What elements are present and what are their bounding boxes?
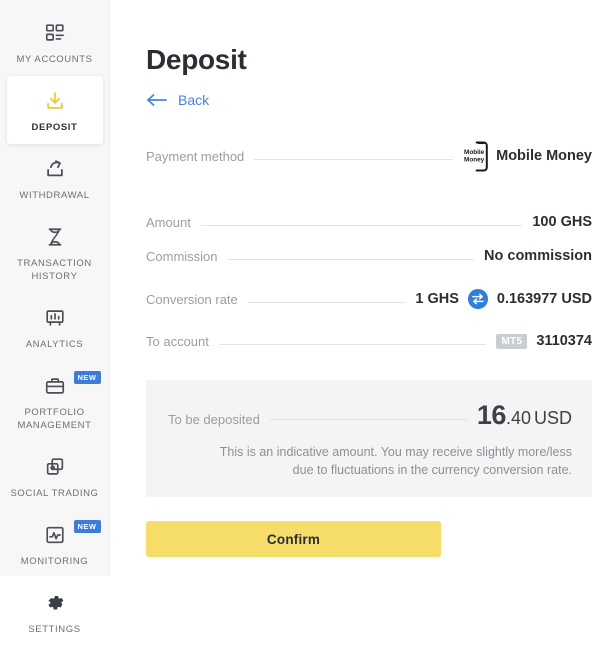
to-account-label: To account (146, 333, 209, 349)
new-badge: NEW (73, 371, 101, 384)
commission-label: Commission (146, 248, 218, 264)
arrow-left-icon (146, 93, 168, 107)
sidebar-item-withdrawal[interactable]: WITHDRAWAL (7, 144, 103, 212)
sidebar-item-monitoring[interactable]: NEW MONITORING (7, 510, 103, 578)
row-divider (247, 301, 406, 303)
row-conversion-rate: Conversion rate 1 GHS 0.163977 USD (146, 286, 592, 312)
summary-amount-integer: 16 (476, 400, 507, 430)
sidebar-item-label: SETTINGS (28, 624, 81, 635)
app-root: MY ACCOUNTS DEPOSIT WITHDRAWAL TRANSACTI… (0, 0, 610, 635)
sidebar-item-label: ANALYTICS (25, 339, 84, 350)
svg-text:Money: Money (464, 156, 485, 163)
deposit-details: Payment method Mobile Money Mobile Money (146, 136, 592, 354)
summary-note: This is an indicative amount. You may re… (219, 445, 572, 477)
sidebar-item-social-trading[interactable]: SOCIAL TRADING (7, 442, 103, 510)
hourglass-icon (9, 224, 101, 250)
amount-value: 100 GHS (532, 214, 592, 230)
main-content: Deposit Back Payment method Mobile Money… (110, 0, 610, 576)
platform-badge: MT5 (496, 333, 528, 349)
sidebar-item-label: MY ACCOUNTS (16, 54, 93, 65)
sidebar-item-my-accounts[interactable]: MY ACCOUNTS (7, 8, 103, 76)
conversion-to: 0.163977 USD (496, 291, 592, 307)
row-to-account[interactable]: To account MT5 3110374 (146, 328, 592, 354)
svg-text:Mobile: Mobile (464, 149, 485, 156)
conversion-rate-label: Conversion rate (146, 291, 238, 307)
sidebar-item-label: SOCIAL TRADING (10, 488, 99, 499)
payment-method-value: Mobile Money (496, 148, 592, 164)
back-label: Back (178, 92, 210, 108)
summary-amount-currency: USD (533, 408, 572, 428)
sidebar-item-settings[interactable]: SETTINGS (7, 578, 103, 646)
row-divider (200, 224, 523, 226)
summary-amount: 16.40 USD (477, 400, 572, 431)
commission-value: No commission (484, 248, 592, 264)
row-divider (218, 343, 487, 345)
summary-amount-decimal: .40 (505, 408, 531, 428)
upload-share-icon (9, 156, 101, 182)
sidebar-item-label: MONITORING (20, 556, 89, 567)
conversion-rate-value-group: 1 GHS 0.163977 USD (415, 289, 592, 309)
amount-label: Amount (146, 214, 191, 230)
sidebar: MY ACCOUNTS DEPOSIT WITHDRAWAL TRANSACTI… (0, 0, 110, 635)
to-account-number: 3110374 (536, 333, 592, 349)
conversion-from: 1 GHS (415, 291, 459, 307)
page-title: Deposit (146, 44, 247, 75)
sidebar-item-transaction-history[interactable]: TRANSACTION HISTORY (7, 212, 103, 293)
mobile-money-logo: Mobile Money (463, 141, 489, 172)
row-amount[interactable]: Amount 100 GHS (146, 210, 592, 234)
row-divider (227, 258, 475, 260)
row-payment-method[interactable]: Payment method Mobile Money Mobile Money (146, 136, 592, 176)
swap-exchange-icon (467, 289, 488, 309)
payment-method-label: Payment method (146, 148, 245, 164)
sidebar-item-label: WITHDRAWAL (19, 190, 90, 201)
sidebar-item-deposit[interactable]: DEPOSIT (6, 76, 103, 144)
chart-board-icon (9, 305, 101, 331)
row-divider (254, 158, 454, 160)
sidebar-item-analytics[interactable]: ANALYTICS (7, 293, 103, 361)
copy-cards-icon (9, 454, 101, 480)
gear-icon (9, 590, 101, 616)
sidebar-item-label: DEPOSIT (31, 122, 78, 133)
summary-panel: To be deposited 16.40 USD This is an indi… (146, 380, 592, 497)
back-button[interactable]: Back (146, 92, 224, 108)
summary-amount-row: To be deposited 16.40 USD (168, 400, 572, 431)
to-account-value-group: MT5 3110374 (496, 333, 592, 349)
grid-list-icon (9, 20, 101, 46)
payment-method-value-group: Mobile Money Mobile Money (463, 141, 592, 172)
download-icon (9, 88, 101, 114)
confirm-button[interactable]: Confirm (146, 521, 441, 557)
new-badge: NEW (73, 520, 101, 533)
sidebar-item-label: PORTFOLIO MANAGEMENT (17, 407, 92, 431)
sidebar-item-portfolio-management[interactable]: NEW PORTFOLIO MANAGEMENT (7, 361, 103, 442)
row-commission: Commission No commission (146, 244, 592, 268)
summary-label: To be deposited (168, 412, 260, 427)
summary-divider (269, 419, 467, 420)
sidebar-item-label: TRANSACTION HISTORY (17, 258, 92, 282)
